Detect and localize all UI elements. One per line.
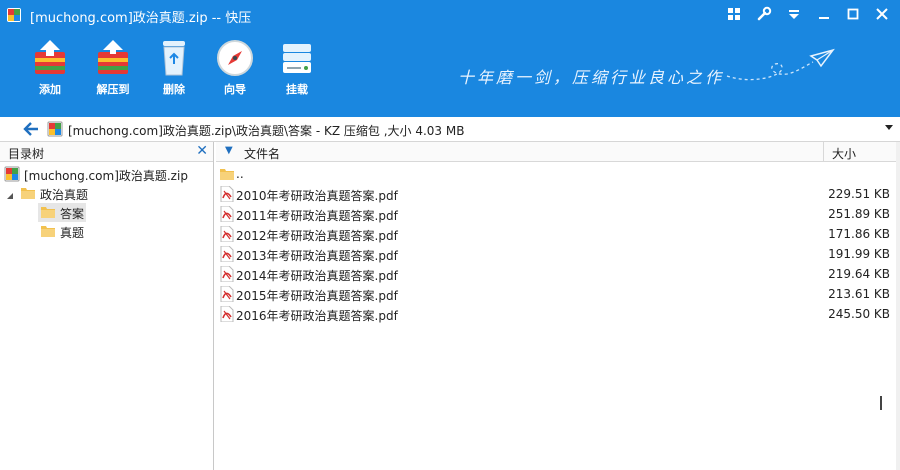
file-list-header: ▼ 文件名 大小 bbox=[216, 142, 896, 162]
delete-label: 删除 bbox=[163, 83, 185, 96]
file-row[interactable]: 2013年考研政治真题答案.pdf 191.99 KB bbox=[216, 244, 896, 264]
window-title: [muchong.com]政治真题.zip -- 快压 bbox=[30, 11, 252, 26]
drive-mount-icon bbox=[277, 38, 317, 78]
column-header-size[interactable]: 大小 bbox=[832, 145, 856, 162]
file-name: 2010年考研政治真题答案.pdf bbox=[236, 189, 398, 203]
recycle-bin-icon bbox=[154, 38, 194, 78]
file-size: 251.89 KB bbox=[828, 207, 890, 221]
folder-icon bbox=[220, 166, 234, 182]
file-name: 2016年考研政治真题答案.pdf bbox=[236, 309, 398, 323]
tree-title: 目录树 bbox=[8, 147, 45, 161]
close-icon[interactable] bbox=[874, 6, 892, 24]
folder-icon bbox=[20, 185, 36, 204]
file-size: 191.99 KB bbox=[828, 247, 890, 261]
file-row[interactable]: 2015年考研政治真题答案.pdf 213.61 KB bbox=[216, 284, 896, 304]
pdf-file-icon bbox=[220, 225, 234, 243]
column-divider[interactable] bbox=[823, 142, 824, 162]
file-size: 171.86 KB bbox=[828, 227, 890, 241]
tree-header: 目录树 ✕ bbox=[0, 142, 213, 162]
directory-tree: 目录树 ✕ [muchong.com]政治真题.zip 政治真题 答案 真题 bbox=[0, 142, 214, 470]
slogan-text: 十年磨一剑，压缩行业良心之作 bbox=[458, 68, 725, 87]
file-size: 229.51 KB bbox=[828, 187, 890, 201]
pdf-file-icon bbox=[220, 265, 234, 283]
file-row[interactable]: 2011年考研政治真题答案.pdf 251.89 KB bbox=[216, 204, 896, 224]
close-tree-icon[interactable]: ✕ bbox=[196, 143, 208, 159]
tree-node-archive[interactable]: [muchong.com]政治真题.zip bbox=[4, 165, 210, 184]
delete-button[interactable]: 删除 bbox=[142, 38, 206, 98]
minimize-icon[interactable] bbox=[816, 6, 834, 24]
archive-icon bbox=[47, 121, 63, 137]
extract-button[interactable]: 解压到 bbox=[81, 38, 145, 98]
tree-node-folder-daan[interactable]: 答案 bbox=[38, 203, 86, 222]
scroll-indicator bbox=[880, 396, 882, 410]
pdf-file-icon bbox=[220, 245, 234, 263]
mount-label: 挂载 bbox=[286, 83, 308, 96]
vertical-scrollbar[interactable] bbox=[896, 142, 900, 470]
wrench-icon[interactable] bbox=[756, 6, 774, 24]
folder-icon bbox=[40, 223, 56, 242]
file-size: 219.64 KB bbox=[828, 267, 890, 281]
file-name: 2011年考研政治真题答案.pdf bbox=[236, 209, 398, 223]
mount-button[interactable]: 挂载 bbox=[265, 38, 329, 98]
top-banner: [muchong.com]政治真题.zip -- 快压 添加 解压到 删除 向导… bbox=[0, 0, 900, 117]
file-list: ▼ 文件名 大小 .. 2010年考研政治真题答案.pdf 229.51 KB … bbox=[216, 142, 896, 470]
maximize-icon[interactable] bbox=[845, 6, 863, 24]
file-row[interactable]: 2012年考研政治真题答案.pdf 171.86 KB bbox=[216, 224, 896, 244]
file-row-parent[interactable]: .. bbox=[216, 164, 896, 184]
file-row[interactable]: 2010年考研政治真题答案.pdf 229.51 KB bbox=[216, 184, 896, 204]
current-path[interactable]: [muchong.com]政治真题.zip\政治真题\答案 - KZ 压缩包 ,… bbox=[68, 122, 464, 139]
path-dropdown-icon[interactable] bbox=[885, 125, 893, 130]
tree-node-folder-zhenti[interactable]: 真题 bbox=[38, 222, 98, 241]
pdf-file-icon bbox=[220, 185, 234, 203]
menu-dropdown-icon[interactable] bbox=[786, 6, 804, 24]
add-archive-icon bbox=[30, 38, 70, 78]
file-name: 2015年考研政治真题答案.pdf bbox=[236, 289, 398, 303]
file-row[interactable]: 2014年考研政治真题答案.pdf 219.64 KB bbox=[216, 264, 896, 284]
add-button[interactable]: 添加 bbox=[18, 38, 82, 98]
file-size: 213.61 KB bbox=[828, 287, 890, 301]
file-name: 2012年考研政治真题答案.pdf bbox=[236, 229, 398, 243]
wizard-button[interactable]: 向导 bbox=[203, 38, 267, 98]
tree-node-label: [muchong.com]政治真题.zip bbox=[24, 169, 188, 183]
grid-view-icon[interactable] bbox=[726, 6, 744, 24]
add-label: 添加 bbox=[39, 83, 61, 96]
tree-node-label: 真题 bbox=[60, 226, 85, 240]
address-bar: [muchong.com]政治真题.zip\政治真题\答案 - KZ 压缩包 ,… bbox=[0, 117, 900, 142]
extract-label: 解压到 bbox=[96, 83, 130, 96]
archive-icon bbox=[4, 166, 20, 185]
sort-arrow-icon[interactable]: ▼ bbox=[225, 145, 233, 156]
pdf-file-icon bbox=[220, 205, 234, 223]
app-logo-icon bbox=[6, 7, 22, 23]
folder-icon bbox=[40, 204, 56, 223]
paper-plane-icon bbox=[725, 44, 835, 92]
extract-icon bbox=[93, 38, 133, 78]
file-row[interactable]: 2016年考研政治真题答案.pdf 245.50 KB bbox=[216, 304, 896, 324]
expanded-arrow-icon[interactable] bbox=[6, 189, 14, 203]
pdf-file-icon bbox=[220, 305, 234, 323]
file-name: .. bbox=[236, 167, 244, 181]
column-header-name[interactable]: 文件名 bbox=[244, 145, 280, 162]
tree-node-label: 政治真题 bbox=[40, 188, 89, 202]
back-arrow-icon[interactable] bbox=[22, 121, 40, 137]
file-name: 2014年考研政治真题答案.pdf bbox=[236, 269, 398, 283]
tree-node-folder-zhengzhi[interactable]: 政治真题 bbox=[6, 184, 206, 203]
pdf-file-icon bbox=[220, 285, 234, 303]
title-bar: [muchong.com]政治真题.zip -- 快压 bbox=[0, 0, 900, 30]
wizard-label: 向导 bbox=[224, 83, 246, 96]
tree-node-label: 答案 bbox=[60, 207, 85, 221]
file-size: 245.50 KB bbox=[828, 307, 890, 321]
compass-icon bbox=[215, 38, 255, 78]
file-name: 2013年考研政治真题答案.pdf bbox=[236, 249, 398, 263]
